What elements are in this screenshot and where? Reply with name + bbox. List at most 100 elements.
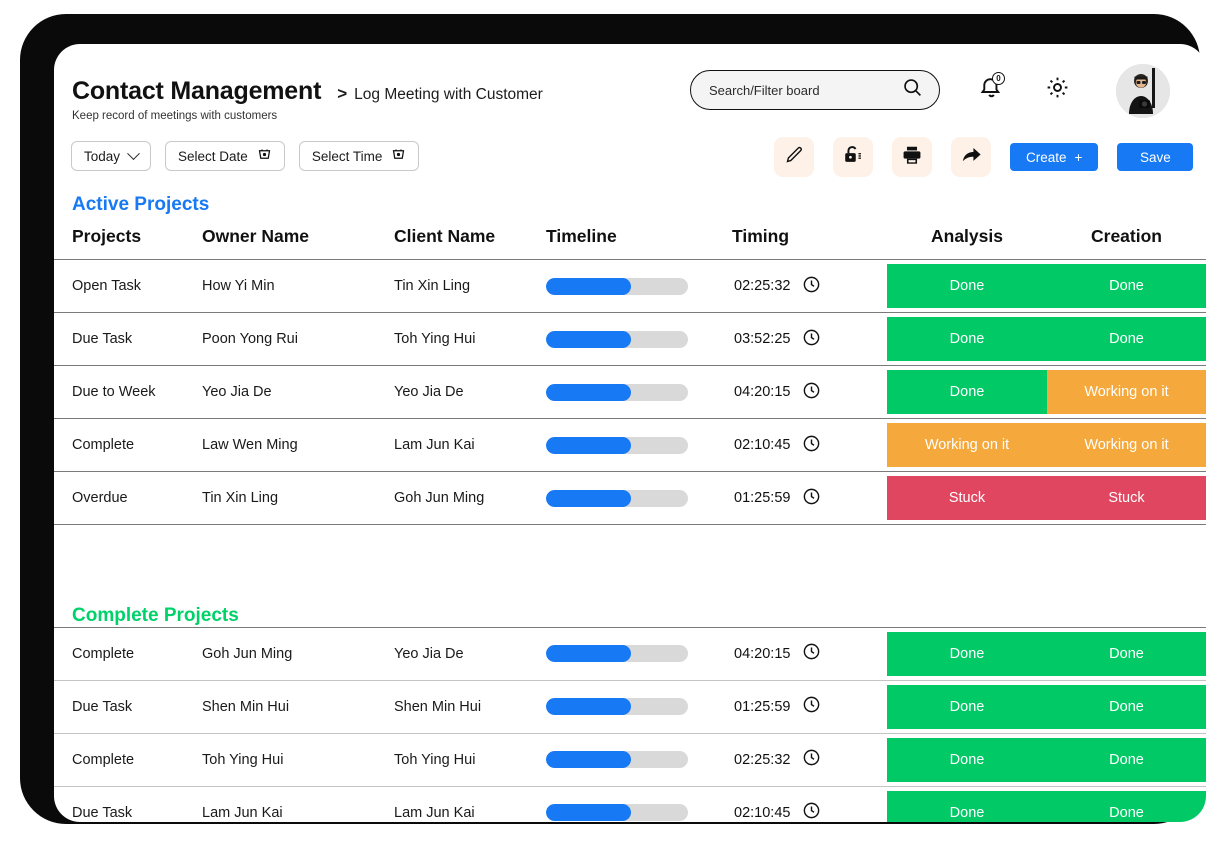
unlock-icon [842,144,864,171]
column-header-timing[interactable]: Timing [732,216,887,260]
table-row[interactable]: Due to Week Yeo Jia De Yeo Jia De 04:20:15 D… [54,365,1206,419]
cell-timeline[interactable] [546,732,732,786]
page-subtitle: Keep record of meetings with customers [72,110,278,122]
status-badge-analysis[interactable]: Done [887,631,1047,676]
table-row[interactable]: Overdue Tin Xin Ling Goh Jun Ming 01:25:59 S… [54,471,1206,525]
progress-bar[interactable] [546,645,688,662]
avatar[interactable] [1116,64,1170,118]
table-row[interactable]: Complete Goh Jun Ming Yeo Jia De 04:20:15 Do… [54,626,1206,680]
status-badge-creation[interactable]: Working on it [1047,423,1206,467]
share-button[interactable] [951,137,991,177]
cell-client: Lam Jun Kai [394,418,546,472]
status-badge-analysis[interactable]: Done [887,317,1047,361]
status-badge-analysis[interactable]: Stuck [887,476,1047,520]
column-header-analysis[interactable]: Analysis [887,216,1047,260]
clock-icon [802,748,821,771]
column-header-creation[interactable]: Creation [1047,216,1206,260]
header-icon-group: 0 [974,70,1074,104]
section-divider [54,524,1206,587]
cell-timeline[interactable] [546,418,732,472]
cell-client: Yeo Jia De [394,365,546,419]
cell-project: Complete [54,732,202,786]
table-row[interactable]: Open Task How Yi Min Tin Xin Ling 02:25:32 D… [54,259,1206,313]
status-badge-analysis[interactable]: Done [887,264,1047,308]
timing-value: 01:25:59 [734,698,791,715]
status-badge-analysis[interactable]: Done [887,737,1047,782]
progress-bar[interactable] [546,277,688,295]
cell-timeline[interactable] [546,312,732,366]
projects-table: Projects Owner Name Client Name Timeline Tim… [54,216,1206,587]
progress-bar[interactable] [546,489,688,507]
cell-owner: Tin Xin Ling [202,471,394,525]
search-box[interactable] [690,70,940,110]
status-badge-creation[interactable]: Done [1047,631,1206,676]
status-badge-creation[interactable]: Done [1047,317,1206,361]
table-header-row: Projects Owner Name Client Name Timeline Tim… [54,216,1206,260]
cell-timeline[interactable] [546,471,732,525]
clock-icon [802,642,821,665]
cell-analysis: Working on it [887,418,1047,472]
column-header-timeline[interactable]: Timeline [546,216,732,260]
create-button[interactable]: Create + [1010,143,1099,171]
cell-timeline[interactable] [546,626,732,680]
cell-analysis: Done [887,312,1047,366]
cell-owner: Poon Yong Rui [202,312,394,366]
timing-value: 02:25:32 [734,278,791,294]
status-badge-creation[interactable]: Stuck [1047,476,1206,520]
edit-button[interactable] [774,137,814,177]
table-row[interactable]: Complete Toh Ying Hui Toh Ying Hui 02:25:32… [54,732,1206,786]
column-header-owner-name[interactable]: Owner Name [202,216,394,260]
calendar-icon [391,147,406,165]
cell-client: Toh Ying Hui [394,732,546,786]
progress-bar[interactable] [546,751,688,768]
progress-bar[interactable] [546,698,688,715]
status-badge-creation[interactable]: Done [1047,684,1206,729]
status-badge-analysis[interactable]: Done [887,790,1047,822]
cell-client: Toh Ying Hui [394,312,546,366]
progress-bar[interactable] [546,383,688,401]
progress-bar[interactable] [546,330,688,348]
breadcrumb-current[interactable]: Log Meeting with Customer [354,86,543,104]
column-header-client-name[interactable]: Client Name [394,216,546,260]
chevron-down-icon [127,146,140,160]
select-date-button[interactable]: Select Date [165,141,285,171]
table-row[interactable]: Due Task Shen Min Hui Shen Min Hui 01:25:59… [54,679,1206,733]
cell-analysis: Done [887,679,1047,733]
cell-analysis: Stuck [887,471,1047,525]
cell-timeline[interactable] [546,259,732,313]
unlock-button[interactable] [833,137,873,177]
status-badge-creation[interactable]: Done [1047,264,1206,308]
cell-timeline[interactable] [546,365,732,419]
status-badge-creation[interactable]: Working on it [1047,370,1206,414]
table-row[interactable]: Due Task Lam Jun Kai Lam Jun Kai 02:10:45 Do… [54,785,1206,822]
save-button[interactable]: Save [1117,143,1194,171]
notifications-button[interactable]: 0 [974,70,1008,104]
table-row[interactable]: Due Task Poon Yong Rui Toh Ying Hui 03:52:2… [54,312,1206,366]
plus-icon: + [1074,149,1083,165]
search-input[interactable] [709,82,902,98]
cell-owner: Toh Ying Hui [202,732,394,786]
column-header-projects[interactable]: Projects [54,216,202,260]
print-button[interactable] [892,137,932,177]
today-dropdown[interactable]: Today [71,141,152,171]
progress-bar[interactable] [546,436,688,454]
search-icon[interactable] [902,77,923,103]
status-badge-analysis[interactable]: Working on it [887,423,1047,467]
table-row[interactable]: Complete Law Wen Ming Lam Jun Kai 02:10:45 W… [54,418,1206,472]
status-badge-creation[interactable]: Done [1047,790,1206,822]
progress-bar[interactable] [546,804,688,822]
today-dropdown-label: Today [84,148,121,164]
cell-project: Due to Week [54,365,202,419]
clock-icon [802,434,821,457]
timing-value: 03:52:25 [734,331,791,347]
cell-project: Open Task [54,259,202,313]
cell-analysis: Done [887,365,1047,419]
status-badge-analysis[interactable]: Done [887,684,1047,729]
settings-gear-button[interactable] [1040,70,1074,104]
cell-timeline[interactable] [546,785,732,822]
cell-owner: How Yi Min [202,259,394,313]
status-badge-analysis[interactable]: Done [887,370,1047,414]
status-badge-creation[interactable]: Done [1047,737,1206,782]
cell-timeline[interactable] [546,679,732,733]
select-time-button[interactable]: Select Time [298,141,420,171]
